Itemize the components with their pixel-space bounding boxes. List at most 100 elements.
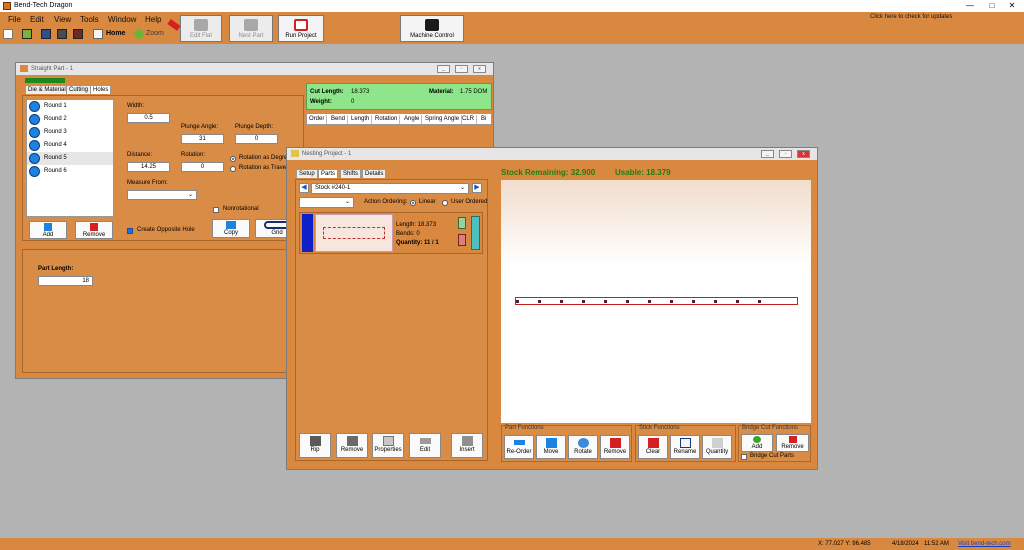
minimize-button[interactable]: —: [960, 1, 980, 10]
filter-select[interactable]: ⌄: [299, 197, 354, 208]
home-button[interactable]: Home: [106, 30, 125, 37]
next-stock-icon[interactable]: ▶: [472, 183, 482, 193]
col-rotation[interactable]: Rotation: [373, 115, 401, 124]
hole-label: Round 6: [44, 168, 67, 174]
part-length-input[interactable]: 18: [38, 276, 93, 286]
col-length[interactable]: Length: [349, 115, 373, 124]
rotation-travel-radio[interactable]: [230, 166, 236, 172]
run-project-button[interactable]: Run Project: [278, 15, 324, 42]
nonrotational-checkbox[interactable]: [213, 207, 219, 213]
sp-minimize-button[interactable]: _: [437, 65, 450, 73]
distance-input[interactable]: 14.25: [127, 162, 170, 172]
edit-flat-button[interactable]: Edit Flat: [180, 15, 222, 42]
list-item[interactable]: Round 1: [27, 100, 113, 113]
rotation-degrees-radio[interactable]: [230, 156, 236, 162]
nest-part-button[interactable]: Nest Part: [229, 15, 273, 42]
np-close-button[interactable]: x: [797, 150, 810, 158]
remove-hole-button[interactable]: Remove: [75, 221, 113, 239]
col-clr[interactable]: CLR: [460, 115, 478, 124]
close-button[interactable]: ✕: [1002, 1, 1022, 10]
print-icon[interactable]: [57, 29, 67, 39]
list-item[interactable]: Round 3: [27, 126, 113, 139]
zoom-button[interactable]: Zoom: [146, 30, 164, 37]
bridge-add-button[interactable]: Add: [741, 434, 773, 452]
user-ordered-radio[interactable]: [442, 200, 448, 206]
print-preview-icon[interactable]: [73, 29, 83, 39]
open-file-icon[interactable]: [22, 29, 32, 39]
round-hole-icon: [29, 127, 40, 138]
quantity-button[interactable]: Quantity: [702, 435, 732, 459]
linear-radio[interactable]: [410, 200, 416, 206]
tab-holes[interactable]: Holes: [90, 85, 112, 94]
edit-part-label: Edit: [419, 447, 431, 453]
bridge-cut-parts-checkbox[interactable]: [741, 454, 747, 460]
menu-view[interactable]: View: [54, 15, 71, 24]
bridge-remove-button[interactable]: Remove: [776, 434, 809, 452]
copy-button[interactable]: Copy: [212, 219, 250, 238]
create-opposite-checkbox[interactable]: [127, 228, 133, 234]
tab-setup[interactable]: Setup: [296, 169, 318, 178]
np-minimize-button[interactable]: _: [761, 150, 774, 158]
tab-parts[interactable]: Parts: [318, 169, 339, 178]
window-icon: [291, 150, 299, 157]
sp-close-button[interactable]: x: [473, 65, 486, 73]
house-icon[interactable]: [93, 29, 103, 39]
edit-part-button[interactable]: Edit: [409, 433, 441, 458]
list-item-selected[interactable]: Round 5: [27, 152, 113, 165]
rotation-input[interactable]: 0: [181, 162, 224, 172]
menu-edit[interactable]: Edit: [30, 15, 44, 24]
menu-help[interactable]: Help: [145, 15, 161, 24]
straight-part-title: Straight Part - 1: [31, 66, 74, 72]
clear-button[interactable]: Clear: [638, 435, 668, 459]
properties-label: Properties: [374, 447, 402, 453]
menu-file[interactable]: File: [8, 15, 21, 24]
new-file-icon[interactable]: [3, 29, 13, 39]
prev-stock-icon[interactable]: ◀: [299, 183, 309, 193]
col-angle[interactable]: Angle: [402, 115, 423, 124]
holes-list[interactable]: Round 1 Round 2 Round 3 Round 4 Round 5 …: [26, 99, 114, 217]
material-value: 1.75 DOM: [460, 89, 488, 95]
plunge-depth-input[interactable]: 0: [235, 134, 278, 144]
list-item[interactable]: Round 2: [27, 113, 113, 126]
width-input[interactable]: 0.5: [127, 113, 170, 123]
x-icon: [788, 436, 797, 443]
reorder-button[interactable]: Re-Order: [504, 435, 534, 459]
rip-button[interactable]: Rip: [299, 433, 331, 458]
tab-cutting[interactable]: Cutting: [66, 85, 92, 94]
save-icon[interactable]: [41, 29, 51, 39]
rename-button[interactable]: Rename: [670, 435, 700, 459]
col-spring-angle[interactable]: Spring Angle: [423, 115, 463, 124]
move-button[interactable]: Move: [536, 435, 566, 459]
rotate-button[interactable]: Rotate: [568, 435, 598, 459]
properties-button[interactable]: Properties: [372, 433, 404, 458]
machine-control-button[interactable]: Machine Control: [400, 15, 464, 42]
col-order[interactable]: Order: [307, 115, 328, 124]
menu-tools[interactable]: Tools: [80, 15, 99, 24]
menu-window[interactable]: Window: [108, 15, 136, 24]
stock-select[interactable]: Stock #240-1 ⌄: [311, 183, 469, 194]
check-updates-link[interactable]: Click here to check for updates: [870, 14, 952, 20]
tab-details[interactable]: Details: [362, 169, 387, 178]
measure-from-select[interactable]: ⌄: [127, 190, 197, 200]
sp-restore-button[interactable]: ▫: [455, 65, 468, 73]
add-hole-button[interactable]: Add: [29, 221, 67, 239]
insert-button[interactable]: Insert: [451, 433, 483, 458]
tab-die-material[interactable]: Die & Material: [25, 85, 69, 94]
remove-function-button[interactable]: Remove: [600, 435, 630, 459]
stock-canvas[interactable]: [501, 180, 811, 423]
part-card[interactable]: Length: 18.373 Bends: 0 Quantity: 11 / 1: [299, 212, 483, 254]
list-item[interactable]: Round 6: [27, 165, 113, 178]
col-bi[interactable]: Bi: [479, 115, 488, 124]
part-green-icon[interactable]: [458, 217, 466, 229]
col-bend[interactable]: Bend: [329, 115, 349, 124]
tab-shifts[interactable]: Shifts: [340, 169, 362, 178]
list-item[interactable]: Round 4: [27, 139, 113, 152]
plunge-angle-input[interactable]: 31: [181, 134, 224, 144]
remove-part-button[interactable]: Remove: [336, 433, 368, 458]
np-restore-button[interactable]: ▫: [779, 150, 792, 158]
part-red-icon[interactable]: [458, 234, 466, 246]
magnifier-icon[interactable]: [134, 29, 144, 39]
part-order-icon[interactable]: [471, 216, 480, 250]
maximize-button[interactable]: □: [982, 1, 1002, 10]
website-link[interactable]: Visit bend-tech.com: [958, 541, 1011, 547]
